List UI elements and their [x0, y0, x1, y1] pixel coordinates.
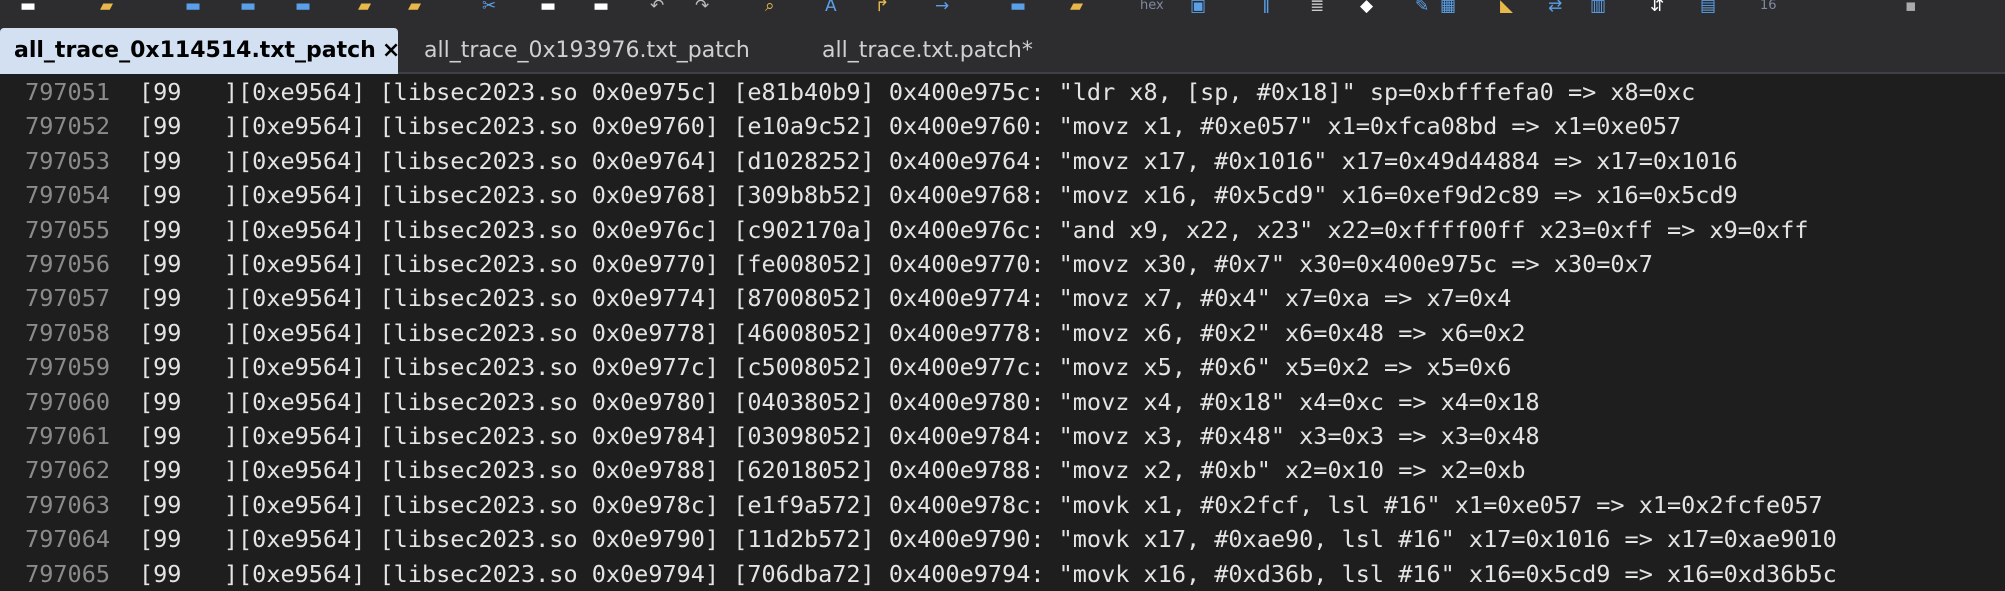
- word-wrap-icon[interactable]: ▣: [1190, 0, 1206, 13]
- paste-icon[interactable]: ▬: [593, 0, 609, 13]
- save-icon[interactable]: ▬: [185, 0, 201, 13]
- line-text[interactable]: [99 ][0xe9564] [libsec2023.so 0x0e9774] …: [139, 281, 1511, 315]
- line-text[interactable]: [99 ][0xe9564] [libsec2023.so 0x0e9778] …: [139, 316, 1526, 350]
- line-number: 797052: [25, 112, 110, 141]
- tab-all-trace-0x114514[interactable]: all_trace_0x114514.txt_patch ×: [0, 28, 400, 74]
- editor-line[interactable]: 797061 [99 ][0xe9564] [libsec2023.so 0x0e…: [0, 419, 2005, 453]
- editor-line[interactable]: 797058 [99 ][0xe9564] [libsec2023.so 0x0e…: [0, 316, 2005, 350]
- close-tab-icon[interactable]: ×: [382, 28, 400, 74]
- line-text[interactable]: [99 ][0xe9564] [libsec2023.so 0x0e9768] …: [139, 178, 1738, 212]
- tab-all-trace-0x193976[interactable]: all_trace_0x193976.txt_patch: [410, 28, 770, 74]
- copy-icon[interactable]: ▬: [540, 0, 556, 13]
- cut-icon[interactable]: ✂: [482, 0, 496, 13]
- line-number: 797060: [25, 387, 110, 416]
- hex-icon[interactable]: hex: [1140, 0, 1164, 13]
- settings-icon[interactable]: ▪: [1905, 0, 1917, 13]
- tab-label: all_trace_0x114514.txt_patch: [14, 38, 376, 63]
- sort-icon[interactable]: ⇵: [1650, 0, 1664, 13]
- spellcheck-icon[interactable]: ✎: [1415, 0, 1429, 13]
- editor-line[interactable]: 797059 [99 ][0xe9564] [libsec2023.so 0x0e…: [0, 350, 2005, 384]
- save-all-icon[interactable]: ▬: [295, 0, 311, 13]
- bookmark-icon[interactable]: ▬: [1010, 0, 1026, 13]
- open-folder-icon[interactable]: ▰: [100, 0, 113, 13]
- goto-icon[interactable]: →: [935, 0, 949, 13]
- line-number: 797057: [25, 284, 110, 313]
- line-text[interactable]: [99 ][0xe9564] [libsec2023.so 0x0e975c] …: [139, 76, 1695, 109]
- list-icon[interactable]: ≣: [1310, 0, 1324, 13]
- line-text[interactable]: [99 ][0xe9564] [libsec2023.so 0x0e9770] …: [139, 247, 1653, 281]
- tab-bar: all_trace_0x114514.txt_patch × all_trace_…: [0, 18, 2005, 74]
- editor-line[interactable]: 797056 [99 ][0xe9564] [libsec2023.so 0x0e…: [0, 247, 2005, 281]
- font-size-icon[interactable]: 16: [1760, 0, 1777, 13]
- new-file-icon[interactable]: ▬: [20, 0, 36, 13]
- chart-icon[interactable]: ▥: [1590, 0, 1606, 13]
- editor-line[interactable]: 797052 [99 ][0xe9564] [libsec2023.so 0x0e…: [0, 109, 2005, 143]
- editor-line[interactable]: 797060 [99 ][0xe9564] [libsec2023.so 0x0e…: [0, 385, 2005, 419]
- table-icon[interactable]: ▦: [1440, 0, 1456, 13]
- script-icon[interactable]: ▤: [1700, 0, 1716, 13]
- line-number: 797051: [25, 78, 110, 106]
- find-next-icon[interactable]: ↱: [875, 0, 889, 13]
- line-number: 797058: [25, 318, 110, 347]
- line-number: 797062: [25, 456, 110, 485]
- line-text[interactable]: [99 ][0xe9564] [libsec2023.so 0x0e976c] …: [139, 213, 1809, 247]
- line-text[interactable]: [99 ][0xe9564] [libsec2023.so 0x0e9784] …: [139, 419, 1540, 453]
- line-text[interactable]: [99 ][0xe9564] [libsec2023.so 0x0e978c] …: [139, 488, 1823, 522]
- line-text[interactable]: [99 ][0xe9564] [libsec2023.so 0x0e9794] …: [139, 557, 1837, 591]
- redo-icon[interactable]: ↷: [695, 0, 709, 13]
- editor-line[interactable]: 797057 [99 ][0xe9564] [libsec2023.so 0x0e…: [0, 281, 2005, 315]
- line-number: 797061: [25, 422, 110, 450]
- editor-line[interactable]: 797063 [99 ][0xe9564] [libsec2023.so 0x0e…: [0, 488, 2005, 522]
- editor-line[interactable]: 797062 [99 ][0xe9564] [libsec2023.so 0x0e…: [0, 453, 2005, 487]
- mark-icon[interactable]: ▰: [1070, 0, 1083, 13]
- replace-icon[interactable]: A: [825, 0, 837, 13]
- folder-icon[interactable]: ▰: [358, 0, 371, 13]
- tab-all-trace-patch[interactable]: all_trace.txt.patch*: [808, 28, 1068, 74]
- editor-line[interactable]: 797051 [99 ][0xe9564] [libsec2023.so 0x0e…: [0, 76, 2005, 109]
- find-icon[interactable]: ⌕: [765, 0, 775, 13]
- highlight-icon[interactable]: ◣: [1500, 0, 1513, 13]
- editor-line[interactable]: 797053 [99 ][0xe9564] [libsec2023.so 0x0e…: [0, 144, 2005, 178]
- line-number: 797065: [25, 559, 110, 588]
- compare-icon[interactable]: ⇄: [1548, 0, 1562, 13]
- line-number: 797055: [25, 215, 110, 244]
- toolbar: ▬ ▰ ▬ ▬ ▬ ▰ ▰ ✂ ▬ ▬ ↶ ↷ ⌕ A ↱ → ▬ ▰ hex ▣ ‖ ≣ ◆ ✎ ▦ ◣ ⇄ ▥ ⇵ ▤ 16 ▪: [0, 0, 2005, 18]
- text-editor[interactable]: 797051 [99 ][0xe9564] [libsec2023.so 0x0e…: [0, 76, 2005, 591]
- line-text[interactable]: [99 ][0xe9564] [libsec2023.so 0x0e9780] …: [139, 385, 1540, 419]
- editor-line[interactable]: 797055 [99 ][0xe9564] [libsec2023.so 0x0e…: [0, 213, 2005, 247]
- line-text[interactable]: [99 ][0xe9564] [libsec2023.so 0x0e9790] …: [139, 522, 1837, 556]
- save-as-icon[interactable]: ▬: [240, 0, 256, 13]
- line-number: 797053: [25, 146, 110, 175]
- folder-open-icon[interactable]: ▰: [408, 0, 421, 13]
- tab-label: all_trace.txt.patch*: [822, 38, 1033, 63]
- editor-line[interactable]: 797065 [99 ][0xe9564] [libsec2023.so 0x0e…: [0, 557, 2005, 591]
- eraser-icon[interactable]: ◆: [1360, 0, 1373, 13]
- tab-label: all_trace_0x193976.txt_patch: [424, 38, 750, 63]
- column-icon[interactable]: ‖: [1262, 0, 1271, 13]
- editor-line[interactable]: 797064 [99 ][0xe9564] [libsec2023.so 0x0e…: [0, 522, 2005, 556]
- line-number: 797063: [25, 490, 110, 519]
- line-text[interactable]: [99 ][0xe9564] [libsec2023.so 0x0e9788] …: [139, 453, 1526, 487]
- line-number: 797056: [25, 250, 110, 278]
- line-number: 797054: [25, 181, 110, 210]
- line-text[interactable]: [99 ][0xe9564] [libsec2023.so 0x0e977c] …: [139, 350, 1511, 384]
- editor-line[interactable]: 797054 [99 ][0xe9564] [libsec2023.so 0x0e…: [0, 178, 2005, 212]
- line-number: 797064: [25, 525, 110, 554]
- line-number: 797059: [25, 353, 110, 382]
- line-text[interactable]: [99 ][0xe9564] [libsec2023.so 0x0e9764] …: [139, 144, 1738, 178]
- line-text[interactable]: [99 ][0xe9564] [libsec2023.so 0x0e9760] …: [139, 109, 1681, 143]
- undo-icon[interactable]: ↶: [650, 0, 664, 13]
